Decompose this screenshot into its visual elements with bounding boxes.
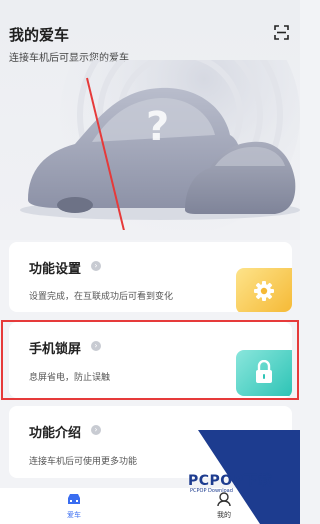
settings-tile — [236, 268, 292, 312]
tab-car[interactable]: 爱车 — [54, 492, 94, 520]
card-settings-title: 功能设置 — [29, 262, 82, 277]
gear-icon — [254, 281, 274, 301]
page-title: 我的爱车 — [9, 26, 70, 44]
card-intro-desc: 连接车机后可使用更多功能 — [29, 457, 138, 467]
scan-icon[interactable] — [274, 25, 289, 40]
chevron-right-icon: › — [91, 425, 101, 435]
car-icon — [68, 494, 80, 504]
svg-text:?: ? — [146, 104, 169, 150]
car-illustration: ? — [20, 60, 300, 230]
watermark-text: PCPOP下载 — [188, 473, 273, 489]
card-intro-title: 功能介绍 — [29, 426, 82, 441]
card-lockscreen[interactable]: 手机锁屏 › 息屏省电，防止误触 — [9, 322, 292, 398]
watermark-subtext: PCPOP Download — [190, 488, 233, 494]
card-lockscreen-title: 手机锁屏 — [29, 342, 82, 357]
chevron-right-icon: › — [91, 261, 101, 271]
lockscreen-tile — [236, 350, 292, 396]
card-lockscreen-desc: 息屏省电，防止误触 — [29, 373, 111, 383]
hero-section: 我的爱车 连接车机后可显示您的爱车 ? — [0, 0, 300, 240]
card-settings-desc: 设置完成，在互联成功后可看到变化 — [29, 292, 174, 302]
lock-icon — [256, 360, 272, 383]
card-settings[interactable]: 功能设置 › 设置完成，在互联成功后可看到变化 — [9, 242, 292, 312]
chevron-right-icon: › — [91, 341, 101, 351]
tab-car-label: 爱车 — [67, 511, 81, 519]
